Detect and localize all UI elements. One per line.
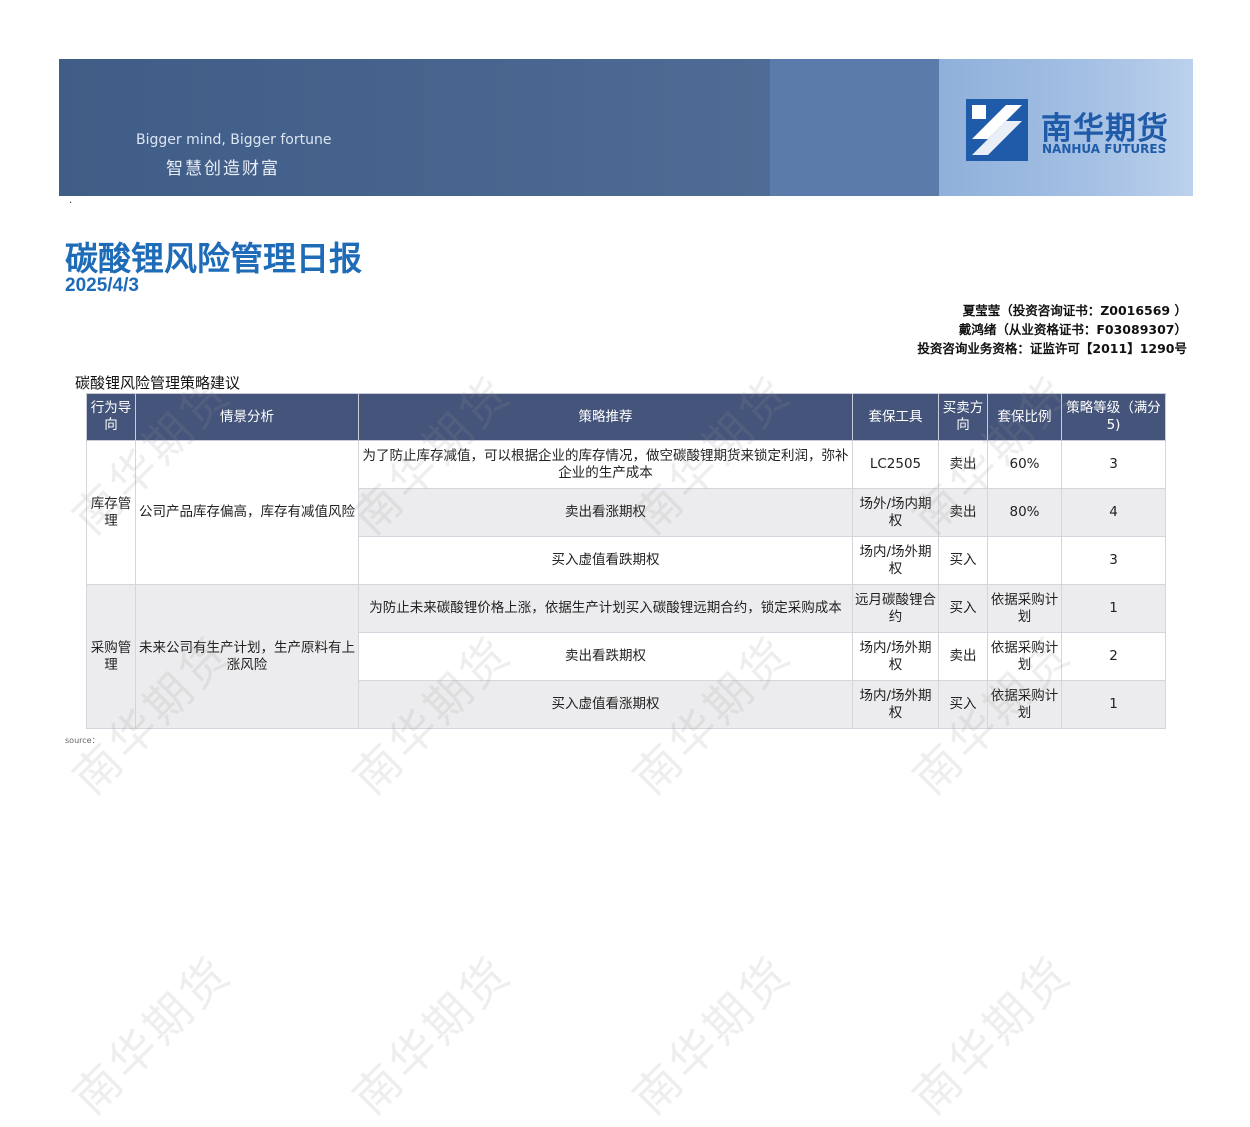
ratio-cell: 依据采购计划 <box>987 632 1062 681</box>
behavior-cell: 库存管理 <box>86 440 136 585</box>
behavior-cell: 采购管理 <box>86 584 136 729</box>
level-cell: 3 <box>1061 440 1166 489</box>
logo-text-english: NANHUA FUTURES <box>1042 142 1167 156</box>
table-row: 库存管理 公司产品库存偏高，库存有减值风险 为了防止库存减值，可以根据企业的库存… <box>86 440 1166 585</box>
strategy-cell: 卖出看涨期权 <box>358 488 853 537</box>
source-note: source： <box>65 736 100 745</box>
section-title: 碳酸锂风险管理策略建议 <box>75 374 241 392</box>
direction-cell: 卖出 <box>938 632 988 681</box>
report-title: 碳酸锂风险管理日报 <box>65 239 362 278</box>
ratio-cell <box>987 536 1062 585</box>
level-cell: 1 <box>1061 584 1166 633</box>
strategy-cell: 卖出看跌期权 <box>358 632 853 681</box>
watermark: 南华期货 <box>622 945 802 1125</box>
tool-cell: LC2505 <box>852 440 939 489</box>
slogan-chinese: 智慧创造财富 <box>166 159 280 179</box>
banner-mid-panel <box>770 59 939 196</box>
strategy-cell: 为了防止库存减值，可以根据企业的库存情况，做空碳酸锂期货来锁定利润，弥补企业的生… <box>358 440 853 489</box>
watermark: 南华期货 <box>342 945 522 1125</box>
level-cell: 2 <box>1061 632 1166 681</box>
author-block: 夏莹莹（投资咨询证书：Z0016569 ） 戴鸿绪（从业资格证书：F030893… <box>917 301 1187 358</box>
bullet-dot: · <box>69 198 73 209</box>
header-level: 策略等级（满分5) <box>1061 393 1166 441</box>
header-tool: 套保工具 <box>852 393 939 441</box>
license-line: 投资咨询业务资格：证监许可【2011】1290号 <box>917 341 1187 356</box>
strategy-cell: 买入虚值看跌期权 <box>358 536 853 585</box>
direction-cell: 买入 <box>938 584 988 633</box>
author-line: 戴鸿绪（从业资格证书：F03089307） <box>958 322 1187 337</box>
header-direction: 买卖方向 <box>938 393 988 441</box>
ratio-cell: 60% <box>987 440 1062 489</box>
ratio-cell: 依据采购计划 <box>987 680 1062 729</box>
ratio-cell: 依据采购计划 <box>987 584 1062 633</box>
header-banner: Bigger mind, Bigger fortune 智慧创造财富 南华期货 … <box>59 59 1193 196</box>
direction-cell: 卖出 <box>938 488 988 537</box>
tool-cell: 场内/场外期权 <box>852 536 939 585</box>
level-cell: 3 <box>1061 536 1166 585</box>
scenario-cell: 未来公司有生产计划，生产原料有上涨风险 <box>135 584 359 729</box>
direction-cell: 卖出 <box>938 440 988 489</box>
ratio-cell: 80% <box>987 488 1062 537</box>
header-behavior: 行为导向 <box>86 393 136 441</box>
tool-cell: 场内/场外期权 <box>852 680 939 729</box>
table-row: 采购管理 未来公司有生产计划，生产原料有上涨风险 为防止未来碳酸锂价格上涨，依据… <box>86 584 1166 729</box>
strategy-cell: 买入虚值看涨期权 <box>358 680 853 729</box>
direction-cell: 买入 <box>938 680 988 729</box>
tool-cell: 场内/场外期权 <box>852 632 939 681</box>
table-header-row: 行为导向 情景分析 策略推荐 套保工具 买卖方向 套保比例 策略等级（满分5) <box>86 393 1166 441</box>
level-cell: 1 <box>1061 680 1166 729</box>
header-strategy: 策略推荐 <box>358 393 853 441</box>
scenario-cell: 公司产品库存偏高，库存有减值风险 <box>135 440 359 585</box>
watermark: 南华期货 <box>62 945 242 1125</box>
header-ratio: 套保比例 <box>987 393 1062 441</box>
author-line: 夏莹莹（投资咨询证书：Z0016569 ） <box>962 303 1187 318</box>
direction-cell: 买入 <box>938 536 988 585</box>
strategy-cell: 为防止未来碳酸锂价格上涨，依据生产计划买入碳酸锂远期合约，锁定采购成本 <box>358 584 853 633</box>
report-date: 2025/4/3 <box>65 275 139 296</box>
strategy-table: 行为导向 情景分析 策略推荐 套保工具 买卖方向 套保比例 策略等级（满分5) … <box>86 393 1166 729</box>
slogan-english: Bigger mind, Bigger fortune <box>136 132 332 148</box>
tool-cell: 远月碳酸锂合约 <box>852 584 939 633</box>
header-scenario: 情景分析 <box>135 393 359 441</box>
tool-cell: 场外/场内期权 <box>852 488 939 537</box>
watermark: 南华期货 <box>902 945 1082 1125</box>
level-cell: 4 <box>1061 488 1166 537</box>
nanhua-logo-icon <box>966 99 1028 161</box>
